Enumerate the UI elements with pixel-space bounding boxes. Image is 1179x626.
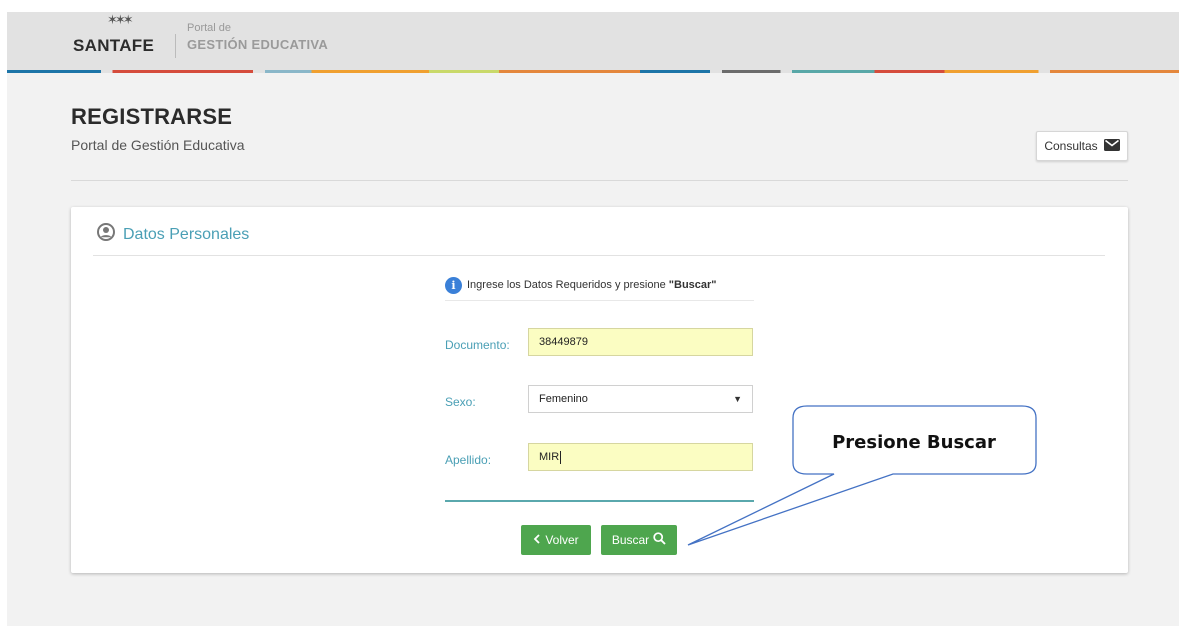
- volver-label: Volver: [545, 533, 579, 547]
- sexo-select[interactable]: Femenino ▼: [528, 385, 753, 413]
- chevron-left-icon: [533, 533, 541, 547]
- buscar-button[interactable]: Buscar: [601, 525, 677, 555]
- info-text-bold: "Buscar": [668, 279, 717, 291]
- logo-brand[interactable]: SANTAFE: [73, 36, 154, 56]
- page-title: REGISTRARSE: [71, 104, 233, 129]
- sexo-value: Femenino: [539, 393, 588, 405]
- envelope-icon: [1103, 138, 1120, 154]
- info-message: i Ingrese los Datos Requeridos y presion…: [445, 270, 754, 301]
- documento-value: 38449879: [539, 336, 588, 348]
- consultas-label: Consultas: [1044, 139, 1098, 153]
- info-text-main: Ingrese los Datos Requeridos y presione: [467, 279, 669, 291]
- page-subtitle: Portal de Gestión Educativa: [71, 137, 245, 153]
- user-circle-icon: [97, 223, 115, 246]
- panel-title-divider: [93, 255, 1105, 256]
- apellido-value: MIR: [539, 451, 560, 463]
- volver-button[interactable]: Volver: [521, 525, 591, 555]
- info-icon: i: [445, 276, 462, 294]
- text-cursor: [560, 450, 562, 464]
- logo-stars-icon: ✶✶✶: [107, 12, 134, 27]
- caret-down-icon: ▼: [733, 394, 742, 404]
- documento-label: Documento:: [445, 338, 510, 352]
- panel-title-text: Datos Personales: [123, 225, 250, 243]
- logo-portal-name: GESTIÓN EDUCATIVA: [187, 37, 329, 52]
- search-icon: [653, 532, 666, 548]
- panel-title: Datos Personales: [97, 223, 249, 246]
- apellido-input[interactable]: MIR: [528, 443, 753, 471]
- documento-input[interactable]: 38449879: [528, 328, 753, 356]
- consultas-button[interactable]: Consultas: [1036, 131, 1128, 161]
- logo-portal-label: Portal de: [187, 22, 232, 34]
- personal-data-panel: Datos Personales i Ingrese los Datos Req…: [71, 207, 1128, 573]
- header-divider: [71, 180, 1128, 181]
- sexo-label: Sexo:: [445, 395, 476, 409]
- buscar-label: Buscar: [611, 533, 650, 547]
- logo-separator: [175, 34, 176, 58]
- form-divider: [445, 500, 754, 502]
- info-text: Ingrese los Datos Requeridos y presione …: [467, 279, 717, 291]
- site-header: ✶✶✶ SANTAFE Portal de GESTIÓN EDUCATIVA: [7, 12, 1179, 70]
- callout-text: Presione Buscar: [832, 432, 996, 453]
- header-color-stripe: [7, 70, 1179, 73]
- apellido-label: Apellido:: [445, 453, 492, 467]
